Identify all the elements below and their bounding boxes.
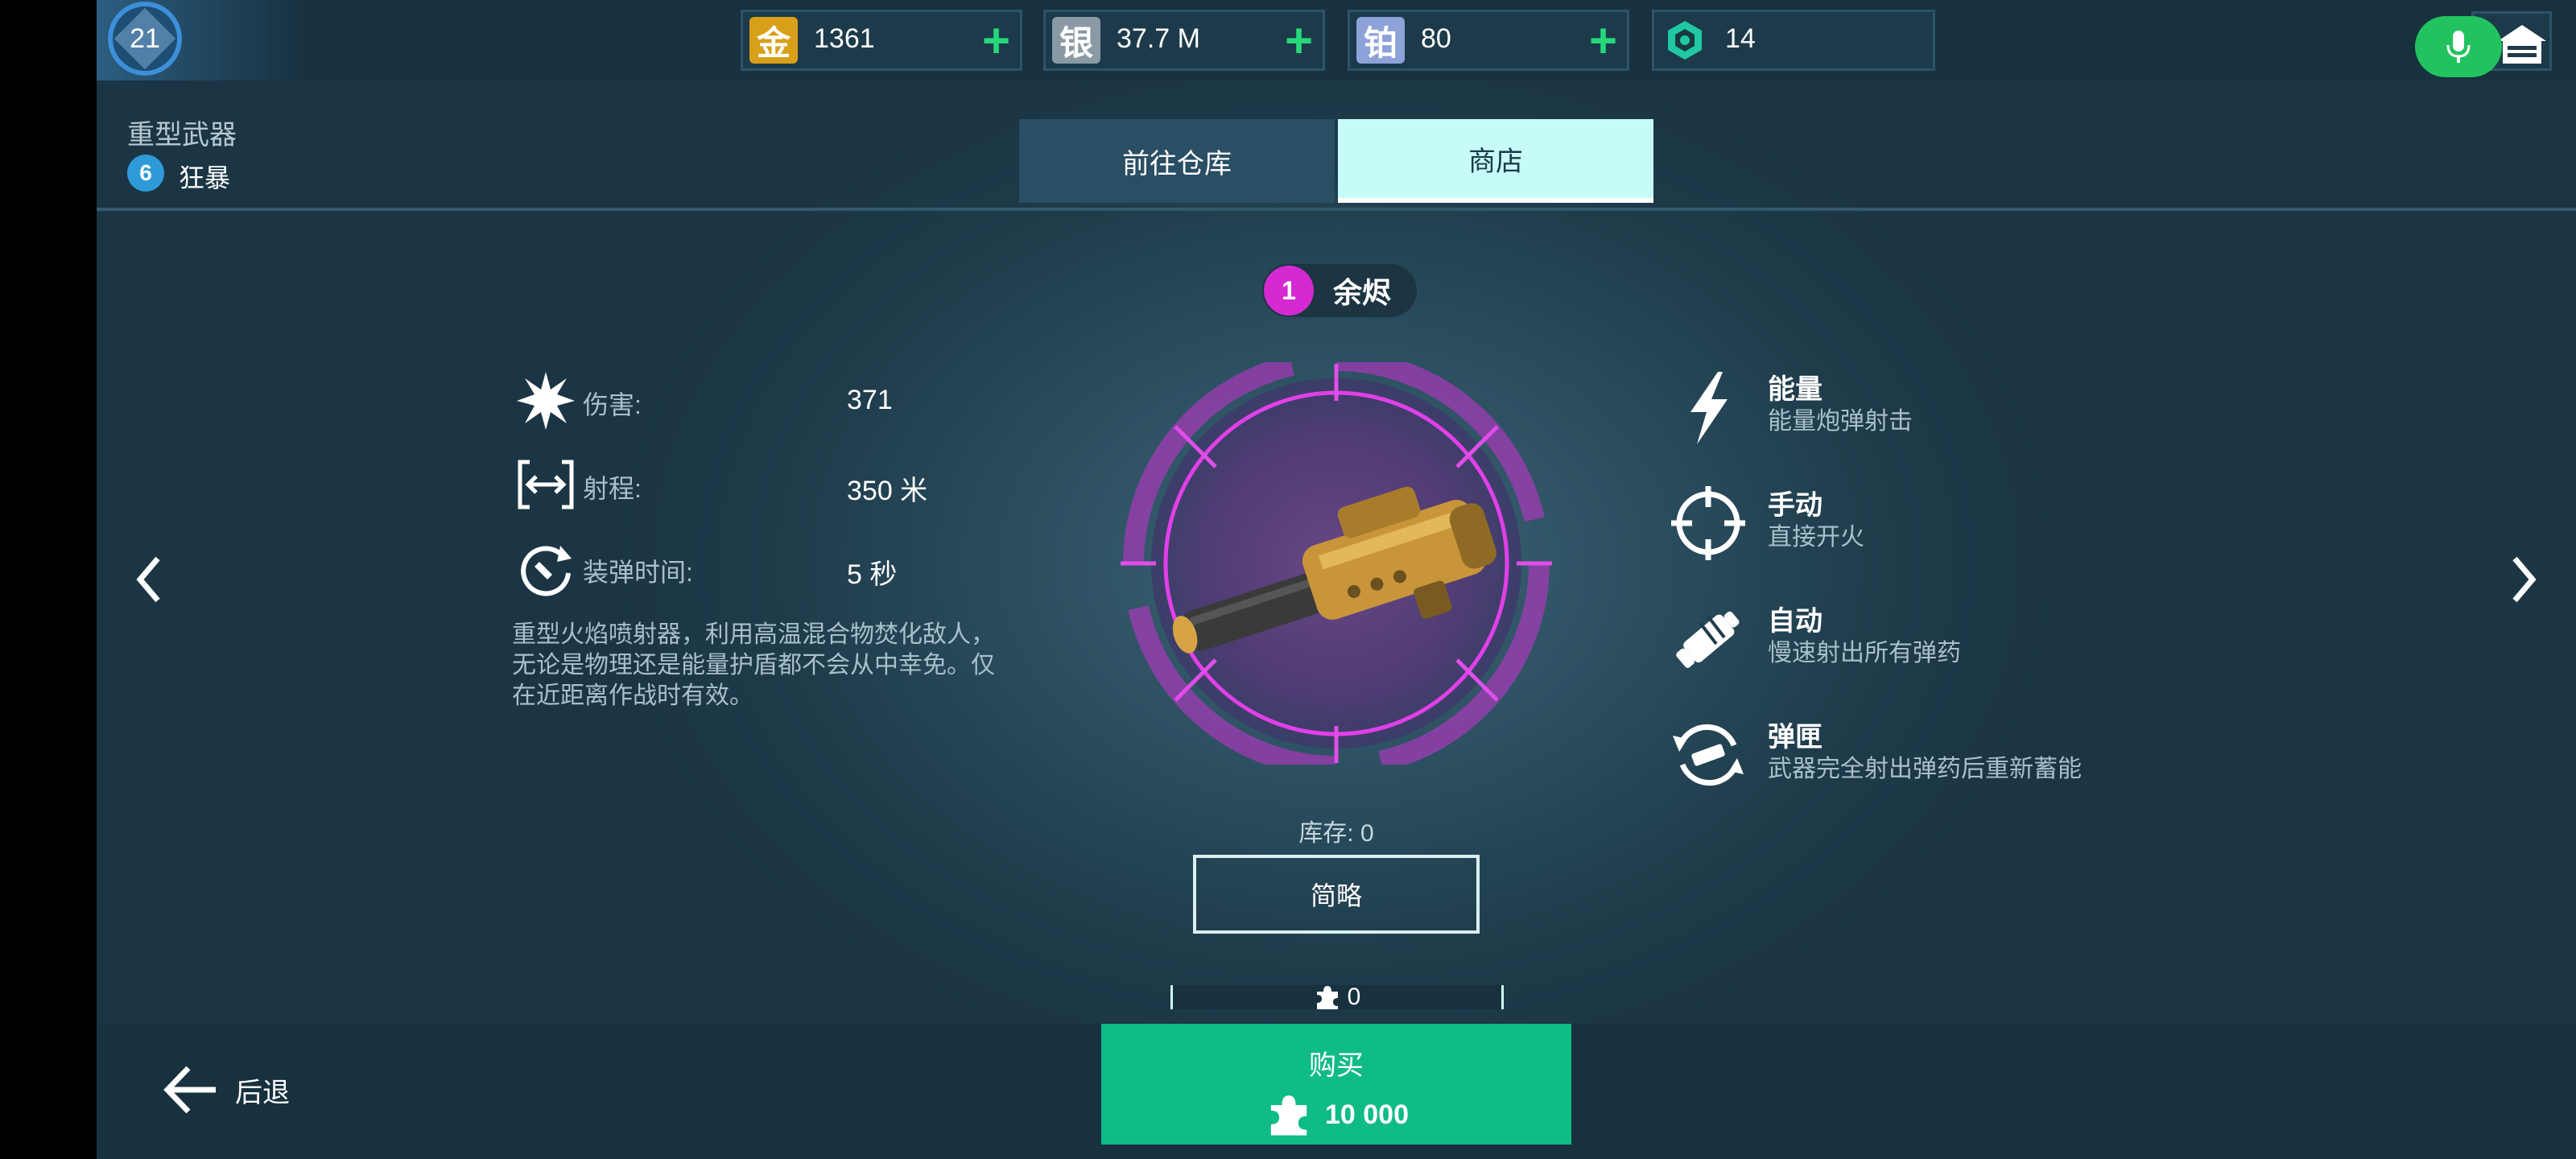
voice-chat-button[interactable] — [2415, 16, 2502, 77]
weapon-description: 重型火焰喷射器，利用高温混合物焚化敌人，无论是物理还是能量护盾都不会从中幸免。仅… — [512, 621, 995, 709]
puzzle-piece-icon — [1316, 986, 1338, 1009]
player-level: 21 — [130, 23, 160, 54]
buy-button[interactable]: 购买 10 000 — [1101, 1024, 1571, 1145]
range-icon — [518, 460, 574, 509]
category-tier-name: 狂暴 — [179, 163, 231, 192]
stat-label: 伤害: — [583, 390, 642, 419]
add-gold-button[interactable]: + — [982, 17, 1010, 65]
power-cell-value: 14 — [1725, 23, 1756, 54]
magazine-reload-icon — [1673, 724, 1744, 786]
stat-label: 装弹时间: — [583, 558, 693, 587]
feature-subtitle: 武器完全射出弹药后重新蓄能 — [1768, 756, 2082, 782]
reload-icon — [521, 546, 572, 596]
feature-subtitle: 能量炮弹射击 — [1768, 408, 1913, 435]
player-level-badge[interactable]: 21 — [108, 2, 182, 76]
damage-burst-icon — [517, 372, 575, 430]
blueprints-owned: 0 — [1347, 984, 1361, 1010]
gold-icon: 金 — [749, 17, 798, 64]
blueprint-progress-bar: 0 — [1170, 984, 1504, 1010]
silver-icon: 银 — [1052, 17, 1100, 64]
microphone-icon — [2446, 31, 2471, 63]
stock-count: 库存: 0 — [1298, 820, 1374, 847]
add-platinum-button[interactable]: + — [1589, 17, 1617, 65]
buy-price-value: 10 000 — [1325, 1099, 1409, 1130]
feature-subtitle: 直接开火 — [1768, 524, 1864, 551]
platinum-icon: 铂 — [1356, 17, 1405, 64]
power-cell-icon — [1661, 17, 1709, 64]
back-label: 后退 — [235, 1077, 290, 1108]
lightning-icon — [1690, 372, 1728, 444]
buy-label: 购买 — [1309, 1050, 1364, 1081]
stat-label: 射程: — [583, 474, 642, 503]
stat-value: 350 米 — [847, 476, 928, 506]
stat-value: 371 — [847, 385, 893, 415]
next-weapon-arrow-icon[interactable] — [2504, 547, 2544, 612]
currency-platinum[interactable]: 铂 80 + — [1348, 10, 1629, 71]
add-silver-button[interactable]: + — [1285, 17, 1313, 65]
brief-button[interactable]: 简略 — [1193, 855, 1480, 934]
currency-silver[interactable]: 银 37.7 M + — [1043, 10, 1325, 71]
gold-value: 1361 — [814, 23, 875, 54]
header-divider — [97, 208, 2576, 211]
puzzle-piece-icon — [1270, 1095, 1307, 1136]
category-tier-badge: 6 — [127, 155, 164, 192]
top-bar: 21 金 1361 + 银 37.7 M + 铂 80 + 14 — [97, 0, 2576, 80]
weapon-tier-number: 1 — [1264, 266, 1314, 316]
platinum-value: 80 — [1421, 23, 1451, 54]
previous-weapon-arrow-icon[interactable] — [129, 547, 169, 612]
currency-power-cells[interactable]: 14 — [1652, 10, 1935, 71]
weapon-display — [1121, 362, 1552, 765]
stat-value: 5 秒 — [847, 559, 898, 590]
feature-subtitle: 慢速射出所有弹药 — [1768, 640, 1961, 666]
weapon-shop-screen: 21 金 1361 + 银 37.7 M + 铂 80 + 14 重型武器 6 … — [97, 0, 2576, 1159]
tab-warehouse[interactable]: 前往仓库 — [1019, 119, 1335, 203]
back-arrow-icon — [163, 1066, 216, 1114]
crosshair-icon — [1671, 486, 1745, 560]
player-level-panel[interactable]: 21 — [97, 0, 306, 80]
tab-shop[interactable]: 商店 — [1338, 119, 1653, 203]
currency-gold[interactable]: 金 1361 + — [741, 10, 1022, 71]
back-button[interactable]: 后退 — [161, 1058, 290, 1122]
silver-value: 37.7 M — [1117, 23, 1200, 54]
auto-fire-icon — [1676, 611, 1740, 668]
weapon-name: 余烬 — [1333, 276, 1392, 309]
weapon-category-title: 重型武器 — [127, 120, 237, 151]
weapon-name-badge: 1 余烬 — [1262, 264, 1417, 317]
buy-price: 10 000 — [1101, 1091, 1571, 1138]
